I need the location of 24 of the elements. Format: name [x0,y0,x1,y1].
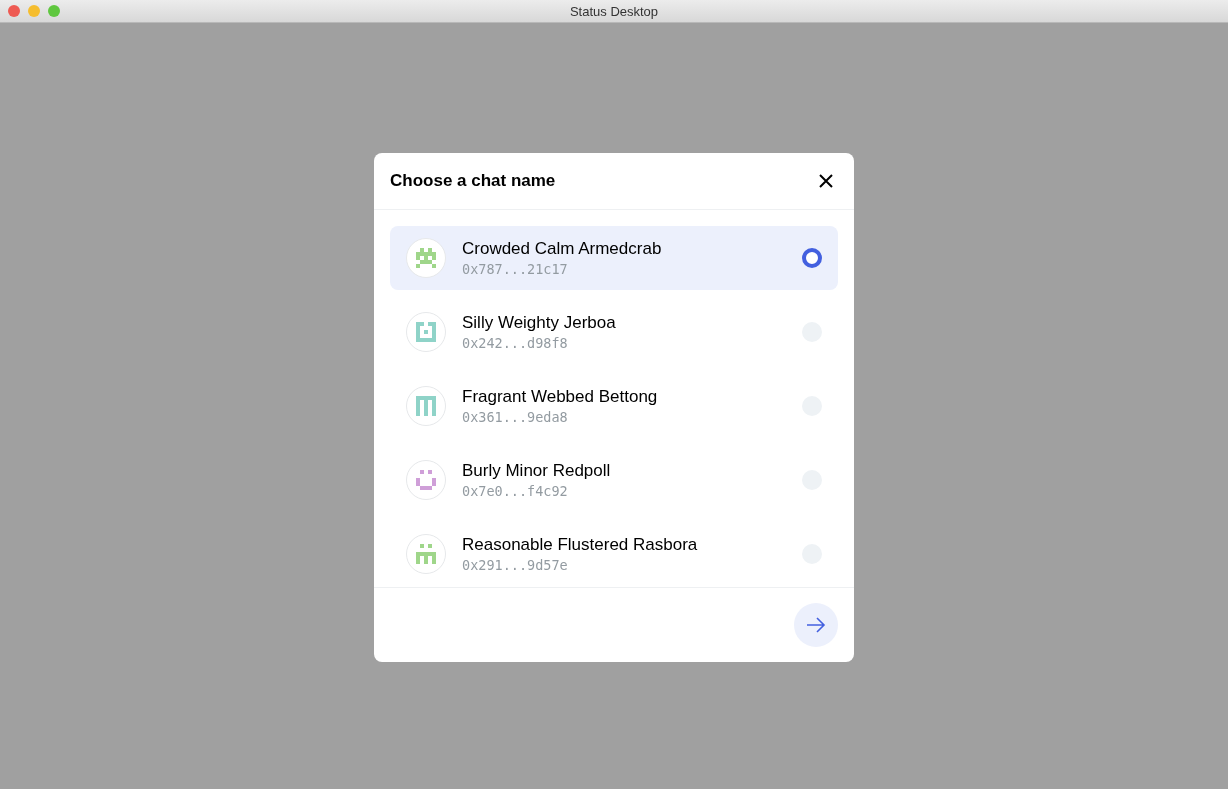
dialog-title: Choose a chat name [390,171,556,191]
chat-name: Reasonable Flustered Rasbora [462,535,699,555]
wallet-address: 0x291...9d57e [462,557,569,573]
chat-name-option[interactable]: Silly Weighty Jerboa 0x242...d98f8 [390,300,838,364]
wallet-address: 0x7e0...f4c92 [462,483,569,499]
chat-name: Silly Weighty Jerboa [462,313,617,333]
radio-button[interactable] [802,248,822,268]
arrow-right-icon [806,617,826,633]
zoom-window-button[interactable] [48,5,60,17]
minimize-window-button[interactable] [28,5,40,17]
close-window-button[interactable] [8,5,20,17]
window-title: Status Desktop [569,3,659,19]
wallet-address: 0x361...9eda8 [462,409,569,425]
chat-name: Fragrant Webbed Bettong [462,387,659,407]
next-button[interactable] [794,603,838,647]
chat-name-option[interactable]: Crowded Calm Armedcrab 0x787...21c17 [390,226,838,290]
chat-name-option[interactable]: Burly Minor Redpoll 0x7e0...f4c92 [390,448,838,512]
chat-name-option[interactable]: Reasonable Flustered Rasbora 0x291...9d57e [390,522,838,586]
wallet-address: 0x787...21c17 [462,261,569,277]
wallet-address: 0x242...d98f8 [462,335,569,351]
chat-name: Crowded Calm Armedcrab [462,239,663,259]
close-icon [819,174,833,188]
chat-name-option[interactable]: Fragrant Webbed Bettong 0x361...9eda8 [390,374,838,438]
chat-name: Burly Minor Redpoll [462,461,612,481]
